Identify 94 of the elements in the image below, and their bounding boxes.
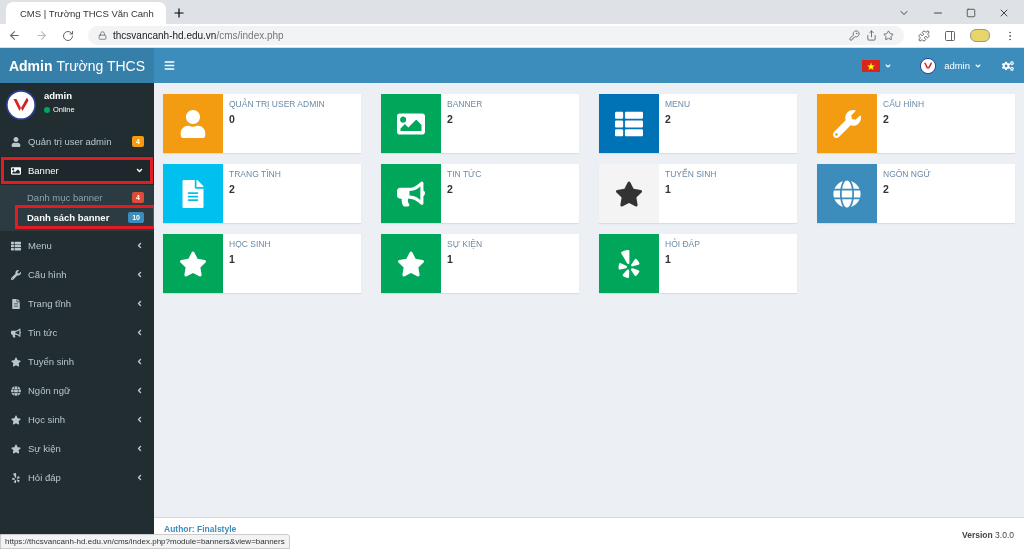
sidebar-item[interactable]: Hỏi đáp [0, 463, 154, 492]
close-icon[interactable] [998, 7, 1010, 19]
wrench-icon [11, 269, 21, 280]
back-icon[interactable] [8, 29, 21, 42]
sidebar-item[interactable]: Trang tĩnh [0, 289, 154, 318]
tab-title: CMS | Trường THCS Văn Canh [20, 7, 154, 19]
caret-icon[interactable] [884, 61, 893, 70]
info-tile[interactable]: HỌC SINH 1 [163, 234, 361, 293]
sidebar-item[interactable]: Học sinh [0, 405, 154, 434]
restore-icon[interactable] [966, 8, 976, 18]
tile-count: 1 [665, 253, 672, 265]
tile-count: 1 [229, 253, 236, 265]
yelp-icon [11, 472, 21, 483]
megaphone-icon [11, 327, 21, 338]
info-tile[interactable]: TRANG TĨNH 2 [163, 164, 361, 223]
info-tile[interactable]: CẤU HÌNH 2 [817, 94, 1015, 153]
sidebar-item[interactable]: Ngôn ngữ [0, 376, 154, 405]
tile-label: BANNER [447, 99, 483, 109]
browser-tab[interactable]: CMS | Trường THCS Văn Canh [6, 2, 166, 24]
lock-icon [98, 31, 107, 40]
tile-label: MENU [665, 99, 691, 109]
user-icon [11, 136, 21, 147]
tile-label: QUẢN TRỊ USER ADMIN [229, 99, 325, 109]
info-tile[interactable]: NGÔN NGỮ 2 [817, 164, 1015, 223]
tile-label: TRANG TĨNH [229, 169, 281, 179]
tile-count: 1 [447, 253, 454, 265]
wrench-icon [833, 109, 861, 138]
info-tile[interactable]: QUẢN TRỊ USER ADMIN 0 [163, 94, 361, 153]
tile-label: SỰ KIỆN [447, 239, 483, 249]
star-icon [397, 249, 425, 278]
settings-icon[interactable] [1002, 59, 1014, 72]
sidebar-item[interactable]: Sự kiện [0, 434, 154, 463]
author-link[interactable]: Author: Finalstyle [164, 524, 237, 534]
forward-icon[interactable] [35, 29, 48, 42]
user-icon [179, 109, 207, 138]
tile-count: 0 [229, 113, 236, 125]
brand-title[interactable]: Admin Trường THCS [0, 48, 154, 83]
reload-icon[interactable] [62, 29, 74, 42]
school-logo-icon [6, 90, 36, 120]
tile-label: TIN TỨC [447, 169, 482, 179]
info-tile[interactable]: TIN TỨC 2 [381, 164, 579, 223]
star-icon [615, 179, 643, 208]
file-icon [11, 298, 21, 309]
sidebar-item[interactable]: Banner [0, 156, 154, 185]
side-panel-icon[interactable] [944, 29, 956, 42]
tile-count: 2 [229, 183, 236, 195]
tile-count: 2 [883, 113, 890, 125]
address-field[interactable]: thcsvancanh-hd.edu.vn/cms/index.php [88, 26, 904, 45]
url-host: thcsvancanh-hd.edu.vn [113, 30, 217, 41]
tile-label: HỎI ĐÁP [665, 239, 700, 249]
info-tile[interactable]: HỎI ĐÁP 1 [599, 234, 797, 293]
sidebar-item[interactable]: Tin tức [0, 318, 154, 347]
tile-label: NGÔN NGỮ [883, 169, 931, 179]
new-tab-icon[interactable] [172, 6, 186, 20]
url-path: /cms/index.php [216, 30, 284, 41]
sidebar-item[interactable]: Menu [0, 231, 154, 260]
list-icon [615, 109, 643, 138]
star-icon [11, 443, 21, 454]
tile-label: HỌC SINH [229, 239, 271, 249]
vietnam-flag-icon[interactable] [862, 59, 881, 72]
star-icon [179, 249, 207, 278]
school-logo-icon [920, 57, 937, 74]
status-url: https://thcsvancanh-hd.edu.vn/cms/index.php?module=banners&view=banners [0, 534, 290, 549]
key-icon[interactable] [849, 30, 860, 41]
image-icon [11, 165, 21, 176]
sidebar-item[interactable]: Cấu hình [0, 260, 154, 289]
globe-icon [833, 179, 861, 208]
share-icon[interactable] [866, 30, 877, 41]
info-tile[interactable]: MENU 2 [599, 94, 797, 153]
tile-count: 2 [665, 113, 672, 125]
info-tile[interactable]: BANNER 2 [381, 94, 579, 153]
megaphone-icon [397, 179, 425, 208]
tile-count: 2 [447, 183, 454, 195]
bookmark-star-icon[interactable] [883, 30, 894, 41]
user-name: admin [44, 90, 73, 101]
extensions-icon[interactable] [918, 29, 930, 42]
user-menu[interactable]: admin [944, 60, 970, 71]
star-icon [11, 356, 21, 367]
tile-count: 2 [447, 113, 454, 125]
menu-icon[interactable] [164, 60, 175, 71]
extension-icon[interactable] [970, 29, 990, 42]
globe-icon [11, 385, 21, 396]
tile-label: TUYỂN SINH [665, 169, 717, 179]
star-icon [11, 414, 21, 425]
tile-count: 2 [883, 183, 890, 195]
sidebar-item[interactable]: Tuyển sinh [0, 347, 154, 376]
caret-icon[interactable] [974, 61, 982, 70]
online-dot-icon [44, 106, 50, 113]
tile-count: 1 [665, 183, 672, 195]
tile-label: CẤU HÌNH [883, 99, 925, 109]
version-text: Version 3.0.0 [962, 529, 1014, 540]
list-icon [11, 240, 21, 251]
info-tile[interactable]: SỰ KIỆN 1 [381, 234, 579, 293]
info-tile[interactable]: TUYỂN SINH 1 [599, 164, 797, 223]
